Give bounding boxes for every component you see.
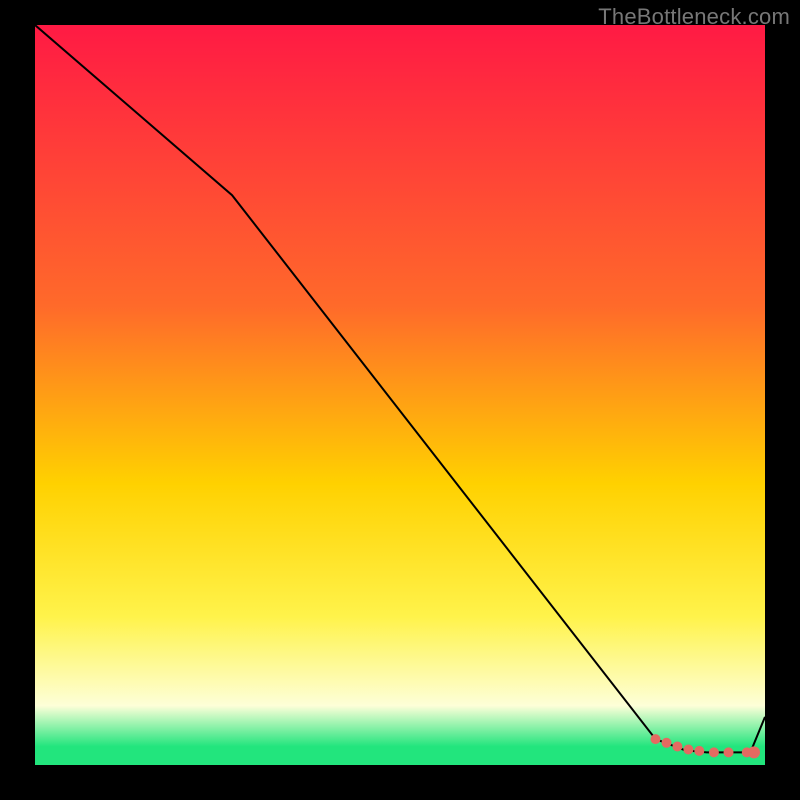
- marker-point: [683, 745, 693, 755]
- marker-point: [651, 734, 661, 744]
- marker-point: [709, 747, 719, 757]
- plot-area: [35, 25, 765, 765]
- chart-svg: [35, 25, 765, 765]
- chart-frame: TheBottleneck.com: [0, 0, 800, 800]
- watermark-text: TheBottleneck.com: [598, 4, 790, 30]
- marker-point: [662, 738, 672, 748]
- marker-point: [748, 746, 760, 758]
- marker-point: [694, 746, 704, 756]
- marker-point: [724, 747, 734, 757]
- marker-point: [672, 742, 682, 752]
- gradient-background: [35, 25, 765, 765]
